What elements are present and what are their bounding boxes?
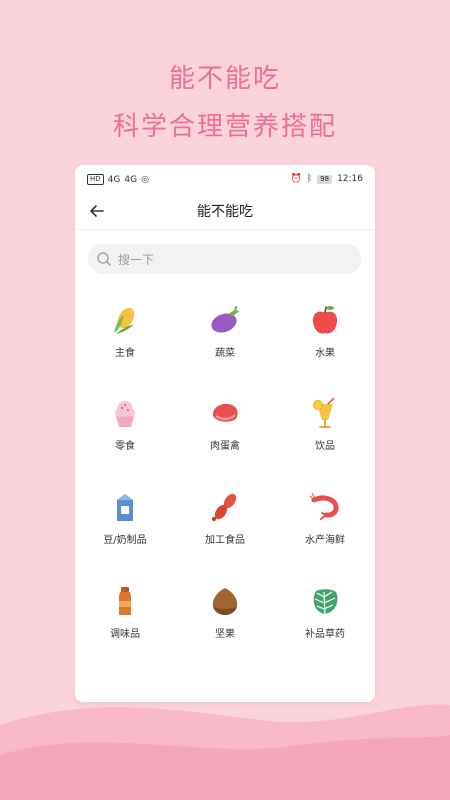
- corn-icon: [114, 307, 135, 334]
- category-label: 饮品: [315, 441, 335, 452]
- category-staple-food[interactable]: 主食: [75, 295, 175, 375]
- status-bar: HD 4G 4G ◎ ⏰ ᛒ 98 12:16: [75, 165, 375, 193]
- sauce-bottle-icon: [119, 587, 131, 615]
- category-label: 加工食品: [205, 535, 245, 546]
- category-vegetables[interactable]: 蔬菜: [175, 295, 275, 375]
- chestnut-icon: [212, 588, 238, 615]
- wifi-icon: ◎: [141, 174, 149, 185]
- meat-icon: [212, 403, 238, 422]
- drink-icon: [313, 397, 335, 428]
- category-label: 调味品: [110, 629, 140, 640]
- phone-screen: HD 4G 4G ◎ ⏰ ᛒ 98 12:16 能不能吃 搜一下 主食 蔬菜 水…: [75, 165, 375, 702]
- promo-title: 能不能吃: [168, 64, 281, 94]
- category-label: 主食: [115, 348, 135, 359]
- category-soy-dairy[interactable]: 豆/奶制品: [75, 482, 175, 562]
- nav-bar: 能不能吃: [75, 193, 375, 230]
- sausage-icon: [212, 493, 237, 521]
- battery-indicator: 98: [317, 174, 333, 184]
- category-herbal-supplements[interactable]: 补品草药: [275, 576, 375, 656]
- category-processed-food[interactable]: 加工食品: [175, 482, 275, 562]
- category-fruit[interactable]: 水果: [275, 295, 375, 375]
- shrimp-icon: [309, 492, 339, 520]
- cupcake-icon: [115, 401, 135, 427]
- signal-icon-1: 4G: [107, 174, 121, 185]
- signal-icon-2: 4G: [124, 174, 138, 185]
- category-condiments[interactable]: 调味品: [75, 576, 175, 656]
- search-input[interactable]: [116, 244, 350, 276]
- category-nuts[interactable]: 坚果: [175, 576, 275, 656]
- category-meat-egg-poultry[interactable]: 肉蛋禽: [175, 388, 275, 468]
- leaf-icon: [313, 589, 338, 615]
- category-seafood[interactable]: 水产海鲜: [275, 482, 375, 562]
- category-snacks[interactable]: 零食: [75, 388, 175, 468]
- category-label: 补品草药: [305, 629, 345, 640]
- category-label: 坚果: [215, 629, 235, 640]
- category-label: 水果: [315, 348, 335, 359]
- milk-carton-icon: [117, 494, 133, 521]
- alarm-icon: ⏰: [290, 174, 302, 184]
- page-title: 能不能吃: [197, 204, 253, 220]
- category-label: 零食: [115, 441, 135, 452]
- category-label: 豆/奶制品: [103, 535, 147, 546]
- hd-indicator: HD: [87, 174, 104, 185]
- search-bar[interactable]: [88, 244, 361, 276]
- category-label: 蔬菜: [215, 348, 235, 359]
- category-drinks[interactable]: 饮品: [275, 388, 375, 468]
- bluetooth-icon: ᛒ: [306, 174, 313, 184]
- category-label: 水产海鲜: [305, 535, 345, 546]
- apple-icon: [312, 306, 338, 334]
- search-icon: [97, 252, 111, 266]
- status-time: 12:16: [337, 174, 363, 184]
- eggplant-icon: [211, 306, 239, 333]
- category-label: 肉蛋禽: [210, 441, 240, 452]
- promo-subtitle: 科学合理营养搭配: [112, 112, 337, 142]
